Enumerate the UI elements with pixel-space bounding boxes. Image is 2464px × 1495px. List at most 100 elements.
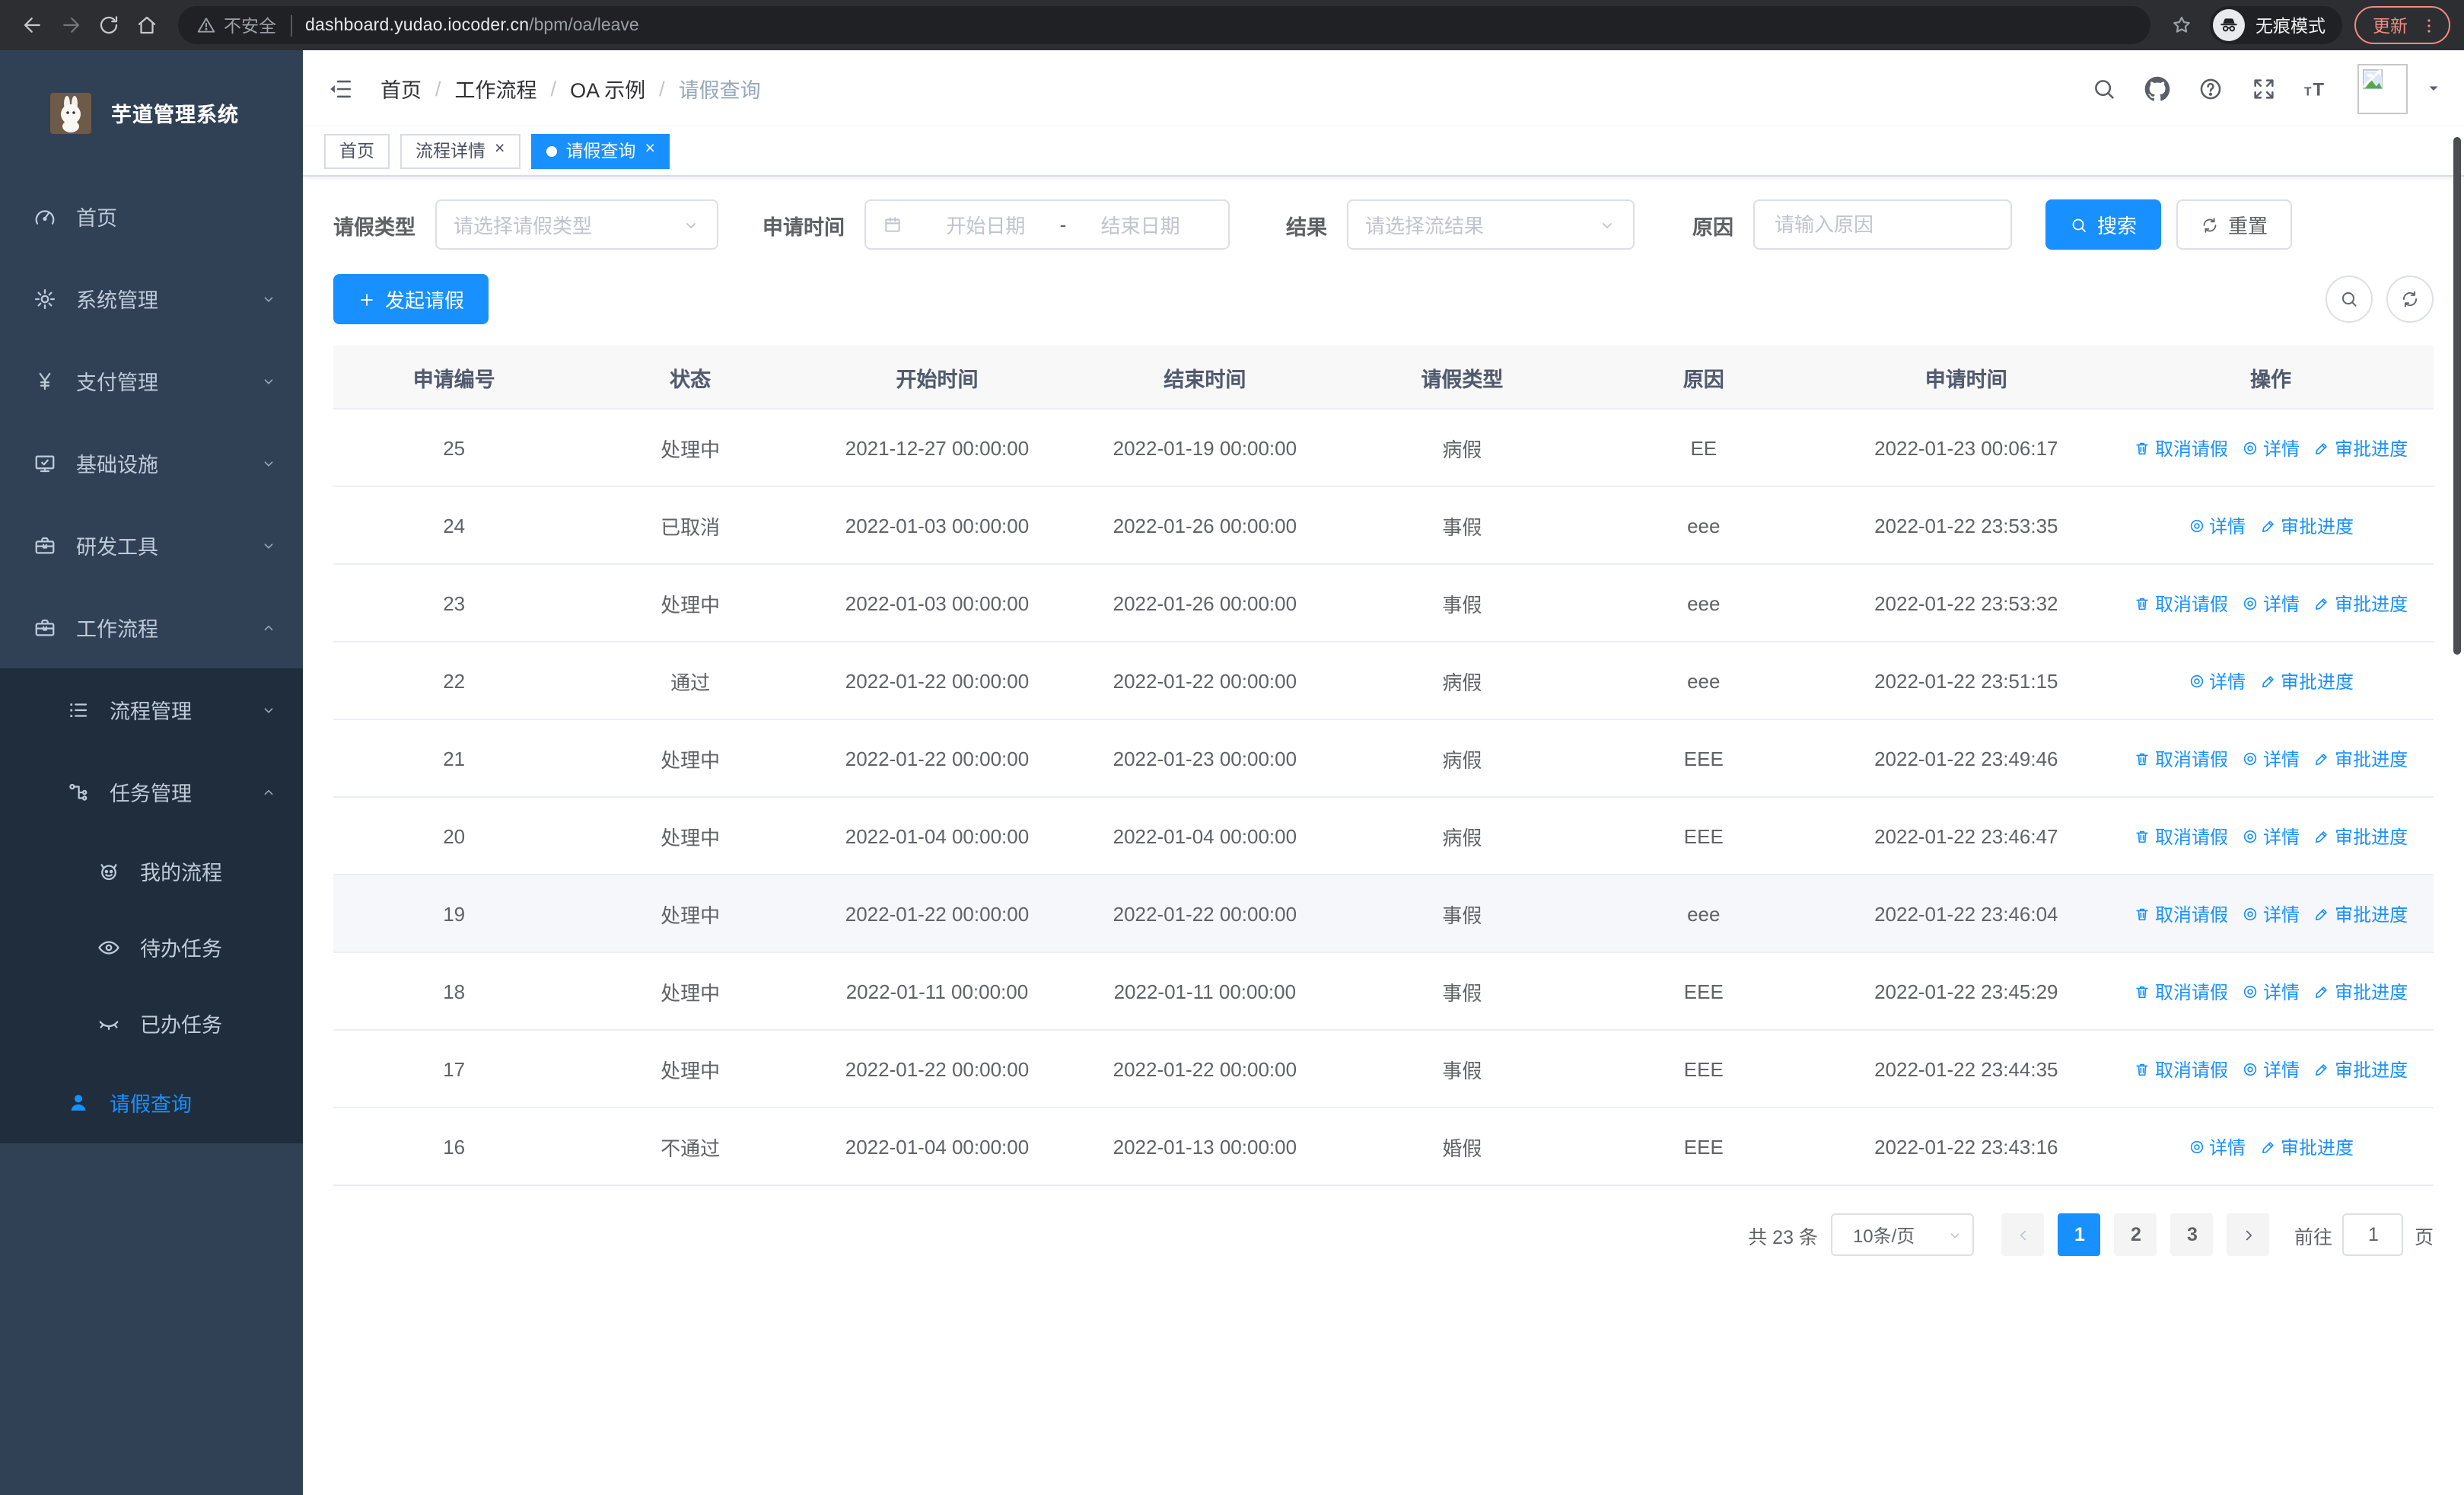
cell-status: 处理中	[575, 564, 806, 642]
browser-update-button[interactable]: 更新	[2354, 6, 2450, 44]
cell-end-time: 2022-01-22 00:00:00	[1068, 642, 1342, 720]
bookmark-star-button[interactable]	[2163, 7, 2199, 43]
row-actions: 取消请假 详情 审批进度	[2109, 435, 2432, 461]
fullscreen-button[interactable]	[2245, 70, 2281, 107]
sidebar-item-6[interactable]: 流程管理	[0, 668, 303, 751]
page-size-select[interactable]: 10条/页	[1831, 1213, 1975, 1256]
cell-id: 16	[333, 1108, 575, 1186]
browser-back-button[interactable]	[14, 6, 52, 44]
detail-link[interactable]: 详情	[2242, 978, 2300, 1004]
approval-progress-link[interactable]: 审批进度	[2313, 901, 2408, 926]
detail-link[interactable]: 详情	[2242, 901, 2300, 926]
page-number-2[interactable]: 2	[2114, 1213, 2157, 1256]
reason-input[interactable]	[1772, 212, 1994, 237]
result-select[interactable]: 请选择流结果	[1347, 199, 1635, 250]
header-search-button[interactable]	[2085, 70, 2122, 107]
reset-button[interactable]: 重置	[2176, 199, 2293, 250]
approval-progress-link[interactable]: 审批进度	[2313, 435, 2408, 461]
detail-link[interactable]: 详情	[2242, 1056, 2300, 1082]
tab-流程详情[interactable]: 流程详情 ×	[400, 133, 520, 168]
sidebar-item-4[interactable]: 研发工具	[0, 504, 303, 586]
cell-status: 已取消	[575, 486, 806, 565]
browser-forward-button[interactable]	[52, 6, 90, 44]
cancel-leave-link[interactable]: 取消请假	[2134, 901, 2228, 926]
detail-link[interactable]: 详情	[2242, 435, 2300, 461]
search-icon	[2072, 218, 2086, 231]
detail-link[interactable]: 详情	[2242, 823, 2300, 849]
sidebar-item-10[interactable]: 已办任务	[0, 985, 303, 1061]
cancel-leave-link[interactable]: 取消请假	[2134, 978, 2228, 1004]
approval-progress-link[interactable]: 审批进度	[2313, 590, 2408, 616]
apply-time-range-picker[interactable]: 开始日期 - 结束日期	[864, 199, 1230, 250]
pen-icon	[2316, 908, 2327, 920]
github-button[interactable]	[2138, 70, 2175, 107]
close-tab-icon[interactable]: ×	[495, 141, 505, 160]
row-actions: 取消请假 详情 审批进度	[2109, 590, 2432, 616]
approval-progress-link[interactable]: 审批进度	[2313, 745, 2408, 771]
app-logo[interactable]: 芋道管理系统	[0, 50, 303, 175]
show-search-toggle-button[interactable]	[2326, 276, 2373, 323]
breadcrumb-item[interactable]: 工作流程	[455, 73, 537, 104]
detail-link[interactable]: 详情	[2188, 668, 2246, 693]
help-button[interactable]	[2192, 70, 2228, 107]
main-area: 首页 / 工作流程 / OA 示例 / 请假查询 TT 首页 流程详情 × 请假…	[303, 50, 2464, 1495]
url-bar[interactable]: 不安全 dashboard.yudao.iocoder.cn/bpm/oa/le…	[178, 6, 2150, 44]
detail-link[interactable]: 详情	[2188, 1133, 2246, 1159]
sidebar-item-11[interactable]: 请假查询	[0, 1061, 303, 1143]
sidebar-item-9[interactable]: 待办任务	[0, 909, 303, 985]
detail-link[interactable]: 详情	[2188, 512, 2246, 538]
security-indicator[interactable]: 不安全	[196, 13, 276, 37]
view-icon	[2243, 751, 2257, 765]
detail-link[interactable]: 详情	[2242, 745, 2300, 771]
chev-left-icon	[2020, 1229, 2026, 1240]
sidebar-item-8[interactable]: 我的流程	[0, 833, 303, 909]
close-tab-icon[interactable]: ×	[645, 141, 654, 160]
approval-progress-link[interactable]: 审批进度	[2313, 1056, 2408, 1082]
sidebar-item-7[interactable]: 任务管理	[0, 751, 303, 833]
browser-home-button[interactable]	[128, 6, 166, 44]
avatar-caret-icon[interactable]	[2424, 79, 2443, 97]
approval-progress-link[interactable]: 审批进度	[2313, 823, 2408, 849]
sidebar-item-3[interactable]: 基础设施	[0, 422, 303, 504]
create-leave-button[interactable]: 发起请假	[333, 274, 489, 324]
approval-progress-link[interactable]: 审批进度	[2313, 978, 2408, 1004]
approval-progress-link[interactable]: 审批进度	[2259, 668, 2354, 693]
cell-end-time: 2022-01-22 00:00:00	[1068, 875, 1342, 953]
tab-请假查询[interactable]: 请假查询 ×	[530, 133, 670, 168]
approval-progress-link[interactable]: 审批进度	[2259, 512, 2354, 538]
result-label: 结果	[1286, 215, 1327, 238]
detail-link[interactable]: 详情	[2242, 590, 2300, 616]
refresh-table-button[interactable]	[2386, 276, 2434, 323]
url-host: dashboard.yudao.iocoder.cn	[305, 16, 530, 34]
sidebar-item-1[interactable]: 系统管理	[0, 257, 303, 339]
cancel-leave-link[interactable]: 取消请假	[2134, 745, 2228, 771]
breadcrumb-item[interactable]: OA 示例	[570, 73, 645, 104]
cancel-leave-link[interactable]: 取消请假	[2134, 435, 2228, 461]
scrollbar-thumb[interactable]	[2453, 137, 2461, 655]
sidebar-item-label: 已办任务	[140, 1014, 222, 1037]
goto-page-input[interactable]	[2342, 1213, 2404, 1256]
sidebar-item-5[interactable]: 工作流程	[0, 586, 303, 668]
cell-status: 处理中	[575, 1030, 806, 1108]
cell-start-time: 2022-01-03 00:00:00	[805, 486, 1068, 565]
tab-首页[interactable]: 首页	[324, 133, 390, 168]
page-number-3[interactable]: 3	[2170, 1213, 2214, 1256]
sidebar-collapse-button[interactable]	[310, 59, 368, 117]
breadcrumb-item[interactable]: 首页	[380, 73, 422, 104]
cancel-leave-link[interactable]: 取消请假	[2134, 823, 2228, 849]
chevron-down-icon	[264, 378, 273, 384]
prev-page-button[interactable]	[2001, 1213, 2045, 1256]
approval-progress-link[interactable]: 审批进度	[2259, 1133, 2354, 1159]
page-number-1[interactable]: 1	[2058, 1213, 2101, 1256]
cancel-leave-link[interactable]: 取消请假	[2134, 1056, 2228, 1082]
next-page-button[interactable]	[2227, 1213, 2270, 1256]
user-avatar[interactable]	[2357, 63, 2408, 113]
browser-reload-button[interactable]	[90, 6, 128, 44]
search-button[interactable]: 搜索	[2045, 199, 2162, 250]
sidebar-item-0[interactable]: 首页	[0, 175, 303, 257]
cancel-leave-link[interactable]: 取消请假	[2134, 590, 2228, 616]
font-size-button[interactable]: TT	[2298, 70, 2335, 107]
navbar-tools: TT	[2085, 63, 2464, 113]
leave-type-select[interactable]: 请选择请假类型	[435, 199, 718, 250]
sidebar-item-2[interactable]: 支付管理	[0, 339, 303, 422]
